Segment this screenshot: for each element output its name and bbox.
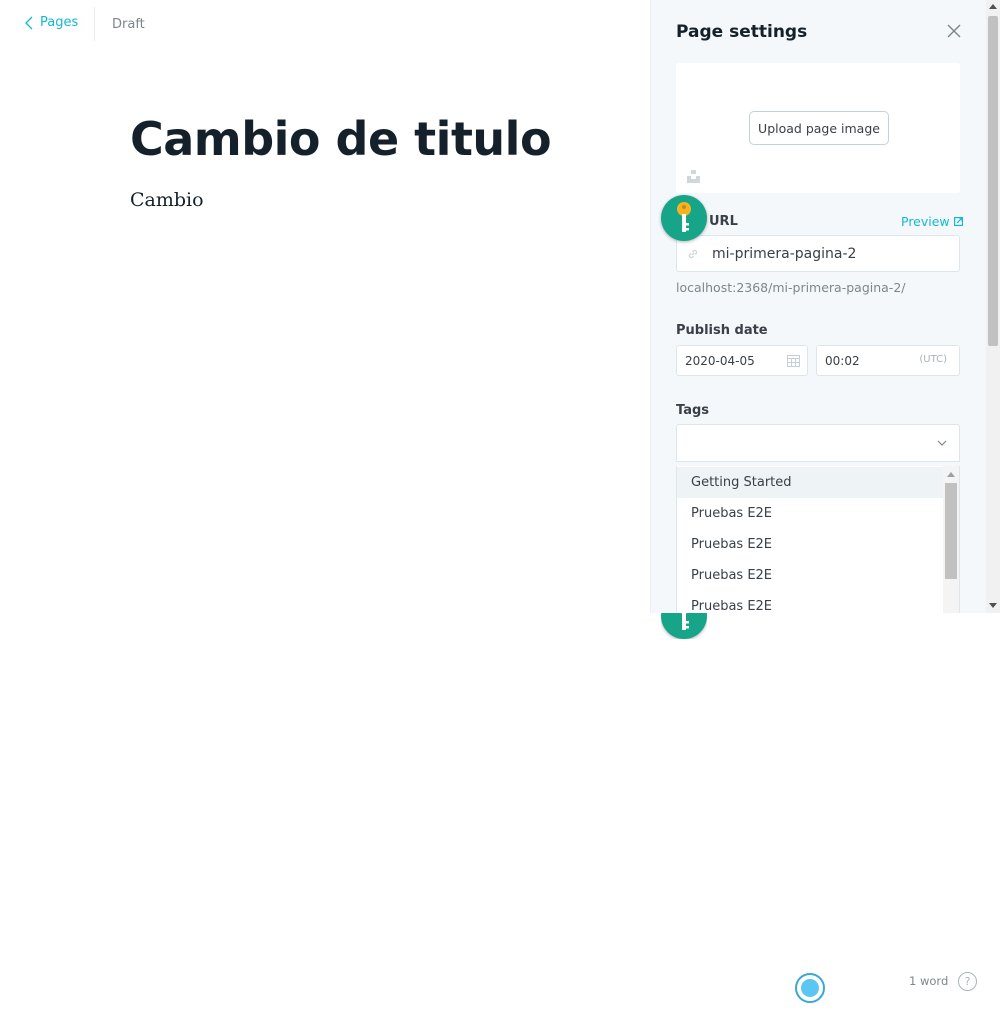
help-icon[interactable]: ?	[958, 972, 977, 991]
scroll-down-icon[interactable]	[989, 603, 997, 608]
panel-title: Page settings	[676, 22, 808, 42]
upload-page-image-button[interactable]: Upload page image	[749, 111, 889, 145]
chevron-down-icon	[937, 440, 947, 446]
dropdown-scrollbar[interactable]	[943, 466, 959, 613]
publish-time-field: (UTC)	[816, 345, 960, 376]
panel-scrollbar[interactable]	[986, 0, 1000, 613]
url-input[interactable]	[712, 236, 952, 271]
page-image-uploader: Upload page image	[676, 63, 960, 193]
key-extension-badge-secondary[interactable]	[661, 613, 707, 639]
tags-label: Tags	[676, 403, 710, 418]
calendar-icon[interactable]	[787, 354, 800, 367]
link-icon	[688, 249, 698, 259]
scroll-up-icon[interactable]	[989, 4, 997, 9]
post-body[interactable]: Cambio	[130, 189, 204, 211]
external-link-icon	[953, 217, 963, 226]
preview-link[interactable]: Preview	[901, 214, 963, 229]
key-icon	[677, 202, 691, 232]
publish-time-input[interactable]	[825, 346, 905, 375]
record-button[interactable]	[795, 973, 825, 1003]
tags-dropdown: Getting Started Pruebas E2E Pruebas E2E …	[676, 466, 960, 613]
tag-option[interactable]: Pruebas E2E	[677, 529, 943, 560]
back-link-label: Pages	[40, 15, 79, 30]
scroll-up-icon[interactable]	[947, 472, 955, 477]
key-icon	[680, 613, 689, 630]
url-field	[676, 235, 960, 272]
publish-date-input[interactable]	[685, 346, 780, 375]
post-status: Draft	[112, 17, 145, 32]
post-title[interactable]: Cambio de titulo	[130, 112, 552, 166]
page-settings-panel: Page settings Upload page image URL Prev…	[650, 0, 1000, 613]
dropdown-scroll-thumb[interactable]	[945, 483, 957, 579]
url-label: URL	[709, 214, 738, 229]
nav-divider	[94, 7, 95, 41]
panel-scroll-thumb[interactable]	[988, 16, 998, 346]
chevron-left-icon	[25, 16, 33, 29]
tag-option[interactable]: Pruebas E2E	[677, 591, 943, 613]
tag-option[interactable]: Getting Started	[677, 467, 943, 498]
tag-option[interactable]: Pruebas E2E	[677, 498, 943, 529]
tag-option[interactable]: Pruebas E2E	[677, 560, 943, 591]
preview-label: Preview	[901, 214, 950, 229]
publish-date-label: Publish date	[676, 323, 768, 338]
full-url-hint: localhost:2368/mi-primera-pagina-2/	[676, 280, 906, 295]
close-icon[interactable]	[945, 22, 963, 40]
publish-date-field	[676, 345, 808, 376]
key-extension-badge[interactable]	[661, 195, 707, 241]
word-count: 1 word	[909, 974, 949, 988]
timezone-label: (UTC)	[919, 354, 947, 365]
back-to-pages-link[interactable]: Pages	[24, 15, 78, 30]
tags-input[interactable]	[676, 424, 960, 462]
unsplash-icon[interactable]	[687, 170, 700, 183]
